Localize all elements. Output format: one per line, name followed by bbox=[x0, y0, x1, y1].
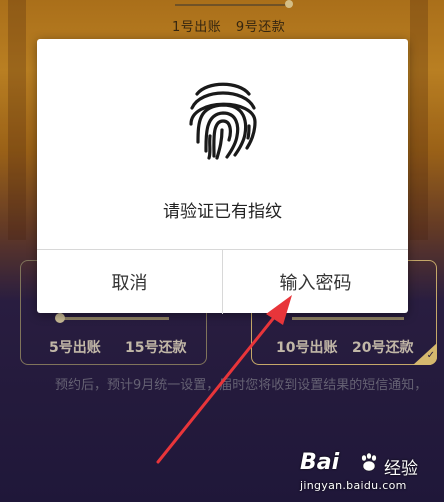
dialog-message: 请验证已有指纹 bbox=[163, 202, 282, 222]
paw-icon bbox=[361, 452, 377, 472]
fingerprint-dialog: 请验证已有指纹 取消 输入密码 bbox=[37, 39, 408, 314]
baidu-logo: Bai bbox=[300, 450, 340, 475]
watermark-url: jingyan.baidu.com bbox=[300, 479, 407, 492]
fingerprint-icon bbox=[189, 82, 257, 160]
enter-password-button[interactable]: 输入密码 bbox=[223, 250, 408, 314]
watermark-brand: 经验 bbox=[384, 459, 418, 479]
dialog-button-row: 取消 输入密码 bbox=[37, 249, 408, 314]
baidu-jingyan-watermark: Bai 经验 jingyan.baidu.com bbox=[300, 450, 440, 498]
cancel-button[interactable]: 取消 bbox=[37, 250, 222, 314]
